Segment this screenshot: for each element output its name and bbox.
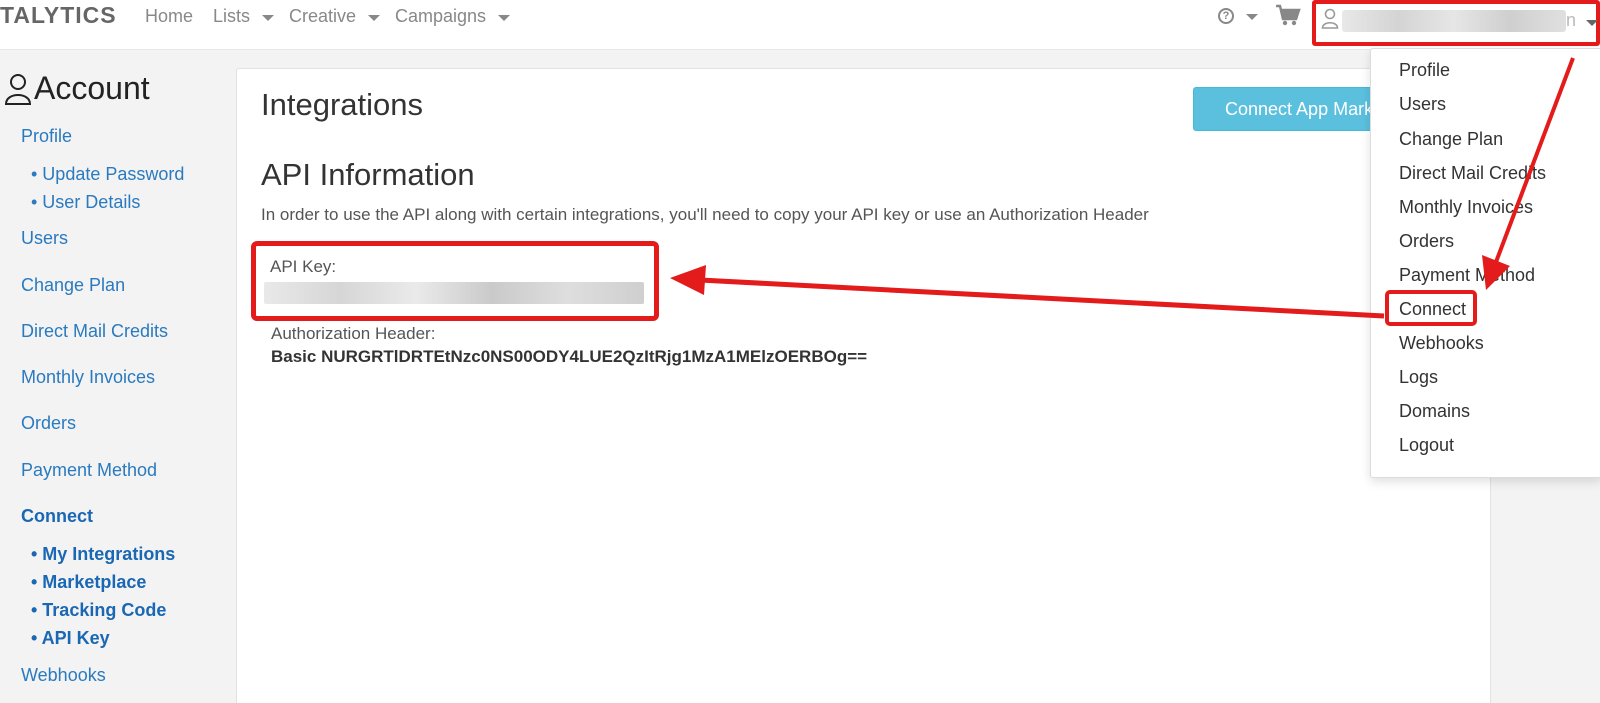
sidebar-item-marketplace[interactable]: • Marketplace bbox=[31, 572, 146, 593]
dropdown-item-direct-mail-credits[interactable]: Direct Mail Credits bbox=[1399, 163, 1546, 184]
user-dropdown-menu: Profile Users Change Plan Direct Mail Cr… bbox=[1370, 48, 1600, 478]
sidebar-item-users[interactable]: Users bbox=[21, 228, 68, 249]
nav-campaigns[interactable]: Campaigns bbox=[395, 6, 511, 27]
api-information-heading: API Information bbox=[261, 157, 475, 192]
sidebar-title: Account bbox=[4, 70, 150, 107]
api-key-value-redacted[interactable] bbox=[264, 282, 644, 304]
user-name-redacted bbox=[1342, 10, 1566, 32]
user-icon bbox=[1321, 8, 1339, 29]
sidebar-item-tracking-code[interactable]: • Tracking Code bbox=[31, 600, 166, 621]
dropdown-item-payment-method[interactable]: Payment Method bbox=[1399, 265, 1535, 286]
sidebar-title-label: Account bbox=[34, 70, 150, 106]
chevron-down-icon bbox=[368, 14, 381, 21]
nav-lists[interactable]: Lists bbox=[213, 6, 275, 27]
nav-home-label: Home bbox=[145, 6, 194, 26]
dropdown-item-orders[interactable]: Orders bbox=[1399, 231, 1454, 252]
chevron-down-icon bbox=[262, 14, 275, 21]
sidebar-item-my-integrations[interactable]: • My Integrations bbox=[31, 544, 175, 565]
help-icon: ? bbox=[1218, 8, 1234, 24]
nav-home[interactable]: Home bbox=[145, 6, 193, 27]
page-title: Integrations bbox=[261, 87, 423, 122]
user-name-suffix: n bbox=[1566, 10, 1577, 30]
sidebar-item-profile[interactable]: Profile bbox=[21, 126, 72, 147]
api-description: In order to use the API along with certa… bbox=[261, 205, 1149, 224]
sidebar-item-webhooks[interactable]: Webhooks bbox=[21, 665, 106, 686]
sidebar-item-direct-mail-credits[interactable]: Direct Mail Credits bbox=[21, 321, 168, 342]
chevron-down-icon bbox=[1586, 20, 1598, 26]
sidebar-item-payment-method[interactable]: Payment Method bbox=[21, 460, 157, 481]
sidebar-item-api-key[interactable]: • API Key bbox=[31, 628, 110, 649]
sidebar-item-monthly-invoices[interactable]: Monthly Invoices bbox=[21, 367, 155, 388]
dropdown-item-change-plan[interactable]: Change Plan bbox=[1399, 129, 1503, 150]
chevron-down-icon bbox=[498, 14, 511, 21]
user-icon bbox=[4, 73, 32, 105]
sidebar-item-change-plan[interactable]: Change Plan bbox=[21, 275, 125, 296]
sidebar-item-orders[interactable]: Orders bbox=[21, 413, 76, 434]
sidebar-item-user-details[interactable]: • User Details bbox=[31, 192, 140, 213]
cart-icon bbox=[1276, 4, 1301, 26]
dropdown-item-webhooks[interactable]: Webhooks bbox=[1399, 333, 1484, 354]
api-key-highlight: API Key: bbox=[251, 241, 659, 321]
integrations-panel: Integrations Connect App Marketplace API… bbox=[236, 68, 1491, 703]
nav-creative-label: Creative bbox=[289, 6, 357, 26]
nav-lists-label: Lists bbox=[213, 6, 251, 26]
user-menu-toggle[interactable]: n bbox=[1312, 0, 1600, 46]
nav-campaigns-label: Campaigns bbox=[395, 6, 487, 26]
authorization-header-label: Authorization Header: bbox=[271, 324, 436, 343]
dropdown-item-users[interactable]: Users bbox=[1399, 94, 1446, 115]
dropdown-item-connect[interactable]: Connect bbox=[1399, 299, 1466, 320]
dropdown-item-profile[interactable]: Profile bbox=[1399, 60, 1450, 81]
sidebar-item-update-password[interactable]: • Update Password bbox=[31, 164, 184, 185]
dropdown-item-monthly-invoices[interactable]: Monthly Invoices bbox=[1399, 197, 1533, 218]
api-key-label: API Key: bbox=[270, 257, 337, 276]
cart-button[interactable] bbox=[1275, 4, 1301, 28]
sidebar-item-connect[interactable]: Connect bbox=[21, 506, 93, 527]
help-menu[interactable]: ? bbox=[1218, 8, 1258, 24]
dropdown-item-logs[interactable]: Logs bbox=[1399, 367, 1438, 388]
authorization-header-value[interactable]: Basic NURGRTlDRTEtNzc0NS00ODY4LUE2QzItRj… bbox=[271, 347, 867, 367]
dropdown-item-logout[interactable]: Logout bbox=[1399, 435, 1454, 456]
top-navbar: TALYTICS Home Lists Creative Campaigns ?… bbox=[0, 0, 1600, 50]
dropdown-item-domains[interactable]: Domains bbox=[1399, 401, 1470, 422]
brand-logo[interactable]: TALYTICS bbox=[0, 2, 117, 29]
chevron-down-icon bbox=[1246, 14, 1258, 20]
nav-creative[interactable]: Creative bbox=[289, 6, 381, 27]
